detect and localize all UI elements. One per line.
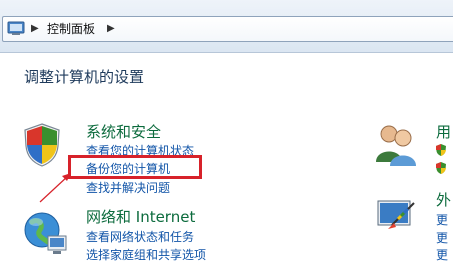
link-network-status[interactable]: 查看网络状态和任务 — [86, 228, 194, 245]
link-appearance-1[interactable]: 更 — [436, 211, 448, 228]
category-title-appearance[interactable]: 外 — [436, 189, 451, 210]
control-panel-icon — [7, 21, 25, 35]
annotation-arrow — [39, 173, 71, 203]
link-appearance-2[interactable]: 更 — [436, 229, 448, 246]
address-bar: ▶ 控制面板 ▶ — [0, 0, 453, 53]
category-title-network[interactable]: 网络和 Internet — [86, 206, 195, 227]
page-title: 调整计算机的设置 — [24, 68, 145, 86]
network-globe-icon[interactable] — [22, 208, 70, 258]
breadcrumb-chevron-icon[interactable]: ▶ — [31, 20, 39, 38]
category-title-system-security[interactable]: 系统和安全 — [86, 121, 161, 142]
shield-icon — [436, 144, 446, 156]
breadcrumb-chevron-icon[interactable]: ▶ — [107, 20, 115, 38]
highlight-box — [68, 155, 202, 179]
appearance-icon[interactable] — [374, 195, 418, 239]
shield-icon[interactable] — [22, 122, 62, 168]
users-icon[interactable] — [374, 122, 418, 166]
address-field[interactable]: ▶ 控制面板 ▶ — [2, 16, 453, 42]
breadcrumb-control-panel[interactable]: 控制面板 — [47, 19, 95, 39]
link-appearance-3[interactable]: 更 — [436, 246, 448, 263]
category-title-user-accounts[interactable]: 用 — [436, 121, 451, 142]
link-homegroup-sharing[interactable]: 选择家庭组和共享选项 — [86, 246, 206, 263]
shield-icon — [436, 162, 446, 174]
link-troubleshoot[interactable]: 查找并解决问题 — [86, 179, 170, 196]
